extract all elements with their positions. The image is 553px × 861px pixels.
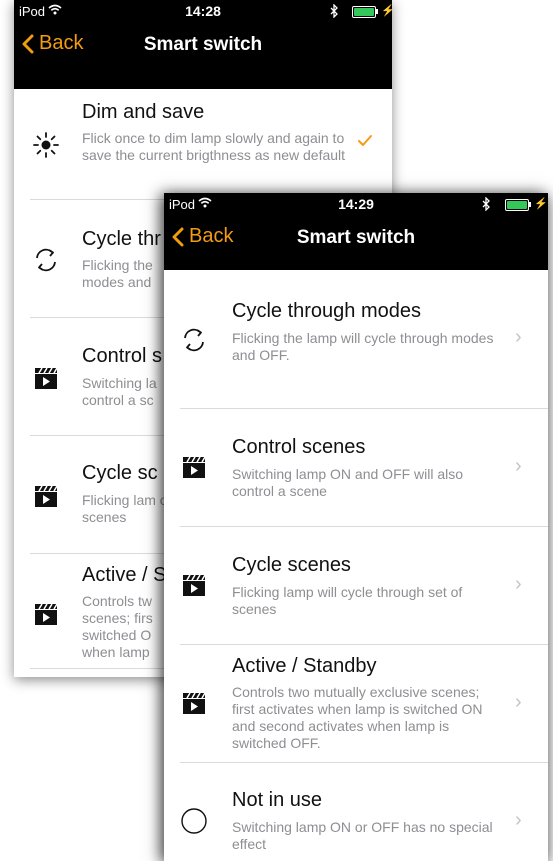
battery-icon (505, 199, 529, 211)
options-list: Cycle through modes Flicking the lamp wi… (164, 270, 548, 861)
item-title: Control s (82, 345, 163, 367)
list-item-not-in-use[interactable]: Not in use Switching lamp ON or OFF has … (164, 763, 548, 861)
nav-bar: Back Smart switch (14, 22, 392, 72)
clapperboard-icon (183, 456, 206, 478)
item-description: Switching lamp ON or OFF has no special … (232, 819, 493, 852)
item-title: Active / Standby (232, 655, 377, 677)
header: iPod 14:28 ⚡ Back Smart switch (14, 0, 392, 89)
item-description: Flicking lamp will cycle through set of … (232, 584, 463, 617)
cycle-arrows-icon (36, 248, 56, 272)
item-title: Cycle scenes (232, 554, 351, 576)
battery-icon (352, 6, 376, 18)
checkmark-icon (358, 135, 372, 146)
chevron-right-icon: › (515, 326, 522, 348)
page-title: Smart switch (143, 34, 263, 55)
chevron-right-icon: › (515, 809, 522, 831)
list-item-dim-and-save[interactable]: Dim and save Flick once to dim lamp slow… (14, 89, 392, 200)
item-title: Control scenes (232, 436, 366, 458)
bluetooth-icon (482, 197, 490, 211)
item-description: Controls two mutually exclusive scenes; … (232, 684, 483, 751)
chevron-right-icon: › (515, 573, 522, 595)
item-title: Cycle sc (82, 462, 158, 484)
clapperboard-icon (35, 485, 58, 507)
item-description: Flick once to dim lamp slowly and again … (82, 130, 346, 163)
clapperboard-icon (183, 574, 206, 596)
item-title: Cycle thr (82, 228, 161, 250)
chevron-right-icon: › (515, 691, 522, 713)
item-title: Cycle through modes (232, 300, 421, 322)
item-title: Not in use (232, 789, 323, 811)
sun-icon (33, 132, 59, 158)
item-description: Switching lamp ON and OFF will also cont… (232, 466, 464, 499)
charging-icon: ⚡ (534, 198, 548, 210)
header: iPod 14:29 ⚡ Back Smart switch (164, 193, 548, 270)
empty-circle-icon (181, 808, 207, 834)
item-title: Dim and save (82, 101, 205, 123)
item-description: Switching la control a sc (82, 375, 157, 408)
chevron-right-icon: › (515, 455, 522, 477)
status-bar: iPod 14:29 ⚡ (164, 193, 548, 215)
cycle-arrows-icon (184, 328, 204, 352)
page-title: Smart switch (296, 227, 416, 248)
item-description: Controls tw scenes; firs switched O when… (82, 593, 153, 660)
bluetooth-icon (330, 4, 338, 18)
item-description: Flicking the lamp will cycle through mod… (232, 330, 494, 363)
nav-bar: Back Smart switch (164, 215, 548, 265)
screen-front: iPod 14:29 ⚡ Back Smart switch Cycle thr… (164, 193, 548, 861)
clapperboard-icon (35, 367, 58, 389)
list-item-cycle-through-modes[interactable]: Cycle through modes Flicking the lamp wi… (164, 286, 548, 409)
item-title: Active / S (82, 564, 167, 586)
clapperboard-icon (35, 603, 58, 625)
list-item-cycle-scenes[interactable]: Cycle scenes Flicking lamp will cycle th… (164, 527, 548, 645)
charging-icon: ⚡ (381, 5, 392, 17)
list-item-control-scenes[interactable]: Control scenes Switching lamp ON and OFF… (164, 409, 548, 527)
list-item-active-standby[interactable]: Active / Standby Controls two mutually e… (164, 645, 548, 763)
status-bar: iPod 14:28 ⚡ (14, 0, 392, 22)
clapperboard-icon (183, 692, 206, 714)
item-description: Flicking lam of scenes (82, 492, 172, 525)
item-description: Flicking the modes and (82, 257, 153, 290)
